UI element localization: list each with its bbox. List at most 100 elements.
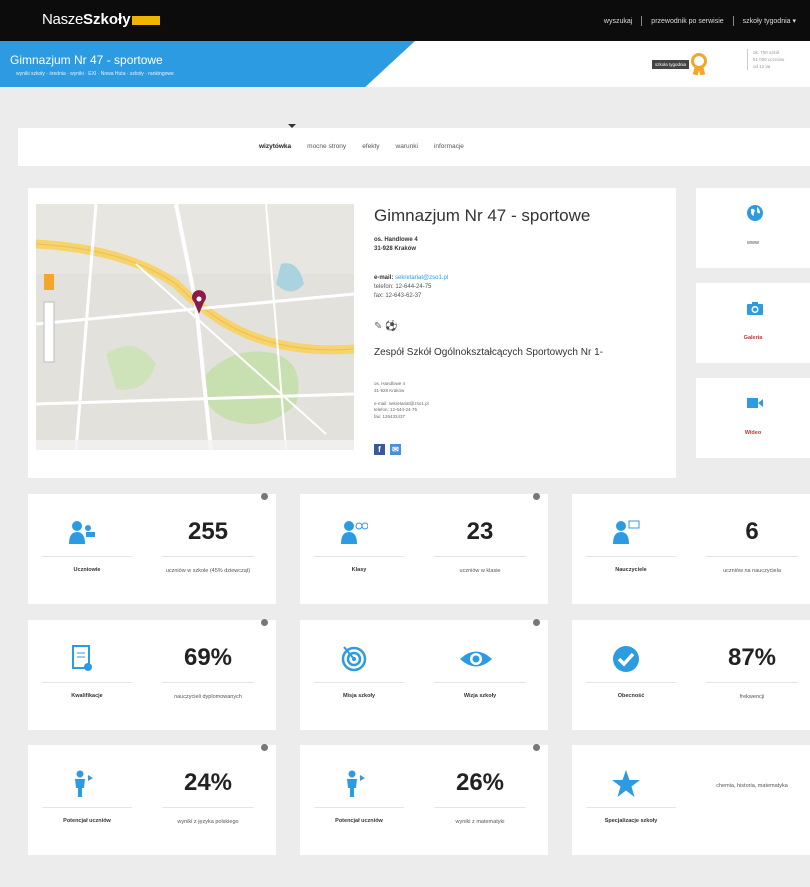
classes-icon: [341, 521, 368, 544]
stat-description: uczniów na nauczyciela: [723, 568, 781, 574]
stat-card-specializations: Specjalizacje szkoły chemia, historia, m…: [572, 745, 810, 855]
fax-line: fax: 12-643-62-37: [374, 293, 422, 299]
address-line: os. Handlowe 4: [374, 237, 418, 243]
help-icon[interactable]: [261, 619, 268, 626]
email-link[interactable]: sekretariat@zso1.pl: [395, 275, 448, 281]
school-header: Gimnazjum Nr 47 - sportowe wyniki szkoły…: [0, 41, 810, 87]
divider: [42, 807, 132, 808]
address-line: 31-928 Kraków: [374, 246, 417, 252]
stat-label: Obecność: [617, 693, 645, 699]
nav-link-search[interactable]: wyszukaj: [604, 18, 632, 25]
school-header-title: Gimnazjum Nr 47 - sportowe: [10, 53, 163, 67]
stat-value: 6: [745, 518, 759, 545]
nav-divider: [732, 16, 734, 26]
person-icon: [75, 770, 93, 797]
stat-card-students: Uczniowie 255 uczniów w szkole (45% dzie…: [28, 493, 276, 604]
help-icon[interactable]: [533, 744, 540, 751]
help-icon[interactable]: [261, 744, 268, 751]
divider: [42, 556, 132, 557]
mail-icon[interactable]: ✉: [390, 444, 401, 455]
social-links: f ✉: [374, 444, 401, 455]
location-map[interactable]: [36, 204, 354, 450]
feature-icons: ✎ ⚽: [374, 321, 398, 332]
tab-mocne-strony[interactable]: mocne strony: [307, 143, 346, 150]
tab-informacje[interactable]: informacje: [434, 143, 464, 150]
divider: [314, 682, 404, 683]
phone-line: telefon: 12-644-24-75: [374, 284, 432, 290]
eye-icon: [460, 651, 492, 667]
stat-description: uczniów w szkole (45% dziewcząt): [165, 568, 251, 574]
email-line: e-mail: sekretariat@zso1.pl: [374, 274, 448, 283]
camera-icon: [747, 302, 763, 315]
divider: [42, 682, 132, 683]
stat-description: uczniów w klasie: [459, 568, 501, 574]
stat-card-potential-math: Potencjał uczniów 26% wyniki z matematyk…: [300, 744, 548, 855]
award-info-line: od 12 lat: [753, 64, 771, 69]
stat-description: chemia, historia, matematyka: [716, 783, 788, 789]
stat-label: Misja szkoły: [342, 693, 376, 699]
award-label: szkoła tygodnia: [652, 59, 690, 69]
person-icon: [347, 770, 365, 797]
stat-value: 69%: [183, 644, 233, 671]
school-header-breadcrumb[interactable]: wyniki szkoły · średnia · wyniki · EXI ·…: [16, 71, 174, 77]
video-label: Wideo: [744, 430, 762, 436]
gallery-card[interactable]: Galeria: [696, 283, 810, 363]
video-camera-icon: [747, 398, 763, 408]
award-info-line: ok. 750 szkół: [753, 50, 780, 55]
tab-warunki[interactable]: warunki: [396, 143, 418, 150]
stat-description: wyniki z języka polskiego: [177, 819, 239, 825]
tab-efekty[interactable]: efekty: [362, 143, 379, 150]
help-icon[interactable]: [533, 493, 540, 500]
divider: [586, 682, 676, 683]
nav-link-schools-of-week[interactable]: szkoły tygodnia ▾: [743, 17, 796, 25]
checkmark-icon: [613, 646, 639, 672]
help-icon[interactable]: [533, 619, 540, 626]
divider: [314, 556, 404, 557]
stat-card-teachers: Nauczyciele 6 uczniów na nauczyciela: [572, 494, 810, 604]
star-icon: [612, 770, 640, 797]
stat-label: Nauczyciele: [615, 567, 647, 573]
school-group-details: os. Handlowe 4 31-928 Kraków e-mail: sek…: [374, 381, 429, 420]
divider: [434, 556, 526, 557]
divider: [434, 807, 526, 808]
nav-link-guide[interactable]: przewodnik po serwisie: [651, 18, 723, 25]
stat-card-mission-vision: Misja szkoły Wizja szkoły: [300, 619, 548, 730]
stat-value: 23: [466, 518, 494, 545]
school-info-card: Gimnazjum Nr 47 - sportowe os. Handlowe …: [28, 188, 676, 478]
divider: [162, 807, 254, 808]
map-graphic: [36, 204, 354, 450]
stat-label-secondary: Wizja szkoły: [463, 693, 497, 699]
divider: [314, 807, 404, 808]
stat-card-qualifications: Kwalifikacje 69% nauczycieli dyplomowany…: [28, 619, 276, 730]
target-icon: [341, 646, 367, 672]
certificate-icon: [72, 645, 92, 671]
help-icon[interactable]: [261, 493, 268, 500]
logo[interactable]: NaszeSzkoły: [42, 11, 160, 28]
video-card[interactable]: Wideo: [696, 378, 810, 458]
gallery-label: Galeria: [743, 335, 763, 341]
medal-icon: [691, 53, 708, 76]
stat-card-potential-polish: Potencjał uczniów 24% wyniki z języka po…: [28, 744, 276, 855]
award-badge[interactable]: szkoła tygodnia: [652, 53, 708, 76]
stat-value: 26%: [455, 769, 505, 796]
email-label: e-mail:: [374, 275, 394, 281]
www-card[interactable]: www: [696, 188, 810, 268]
stat-label: Potencjał uczniów: [63, 818, 111, 824]
stat-label: Kwalifikacje: [71, 693, 103, 699]
www-label: www: [747, 240, 759, 246]
stat-description: frekwencji: [739, 694, 765, 700]
divider: [162, 556, 254, 557]
stat-description: wyniki z matematyki: [455, 819, 505, 825]
facebook-icon[interactable]: f: [374, 444, 385, 455]
top-nav: wyszukaj przewodnik po serwisie szkoły t…: [604, 16, 796, 26]
students-icon: [69, 521, 95, 544]
divider: [706, 556, 798, 557]
stat-value: 255: [187, 518, 229, 545]
school-address: os. Handlowe 4 31-928 Kraków: [374, 236, 418, 254]
top-bar: NaszeSzkoły wyszukaj przewodnik po serwi…: [0, 0, 810, 41]
group-detail-line: fax: 126432437: [374, 413, 406, 419]
tab-bar: wizytówka mocne strony efekty warunki in…: [18, 128, 810, 166]
tab-wizytowka[interactable]: wizytówka: [259, 143, 291, 150]
school-group-name: Zespół Szkół Ogólnokształcących Sportowy…: [374, 347, 603, 358]
stat-label: Uczniowie: [73, 567, 101, 573]
